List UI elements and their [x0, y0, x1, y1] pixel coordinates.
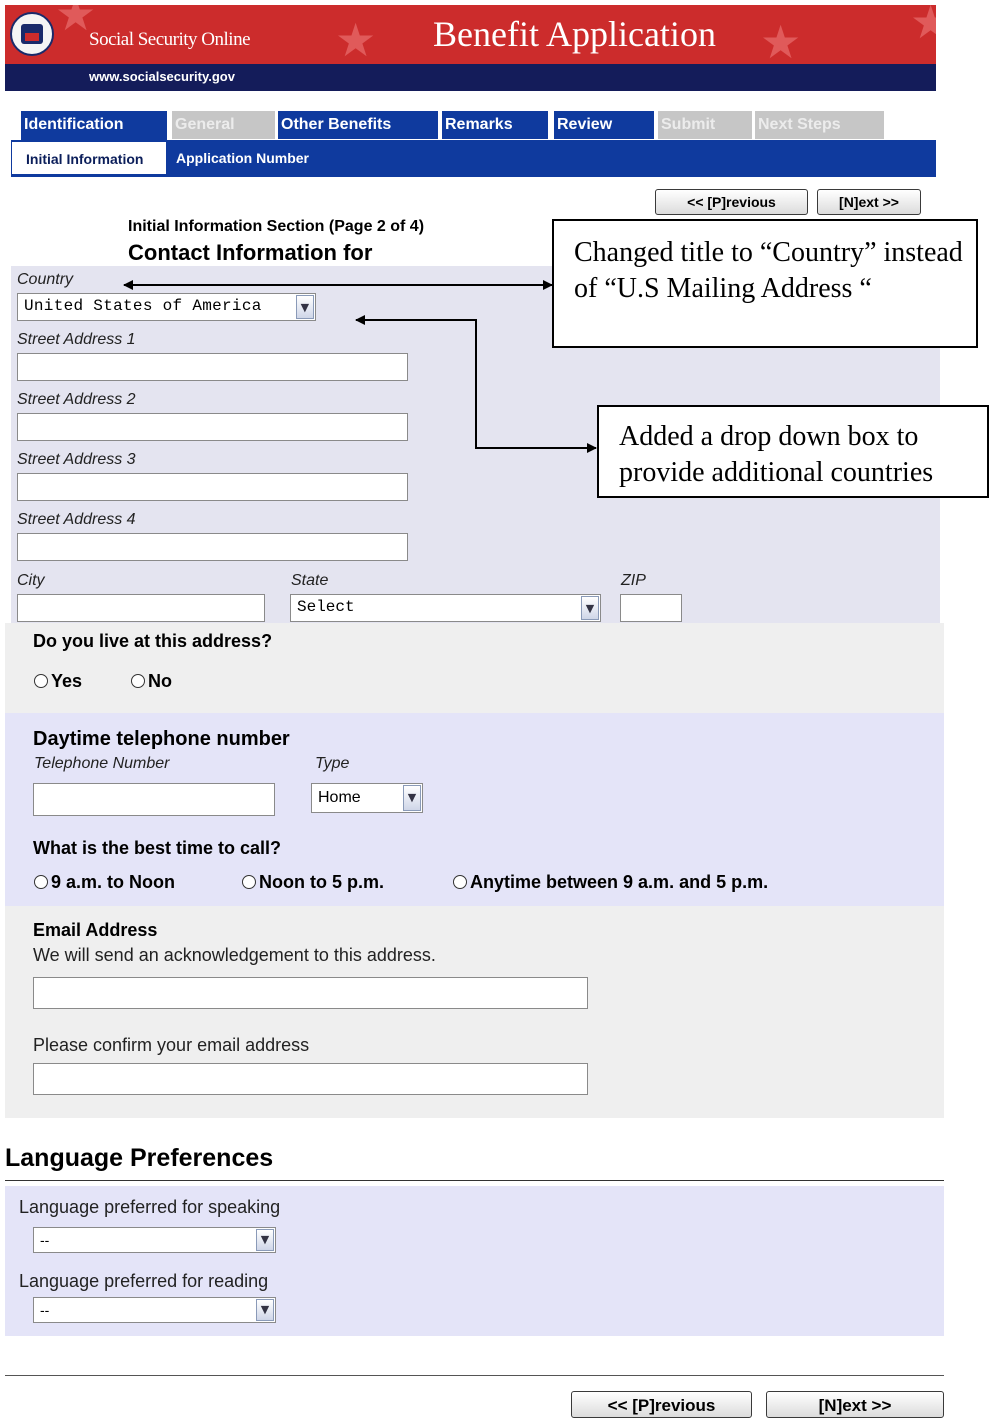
dropdown-callout: Added a drop down box to provide additio…: [597, 405, 989, 498]
country-callout-text: Changed title to “Country” instead of “U…: [574, 237, 963, 304]
country-title-callout: Changed title to “Country” instead of “U…: [552, 219, 978, 348]
dropdown-callout-text: Added a drop down box to provide additio…: [619, 421, 934, 488]
annotation-arrows: [123, 280, 597, 453]
